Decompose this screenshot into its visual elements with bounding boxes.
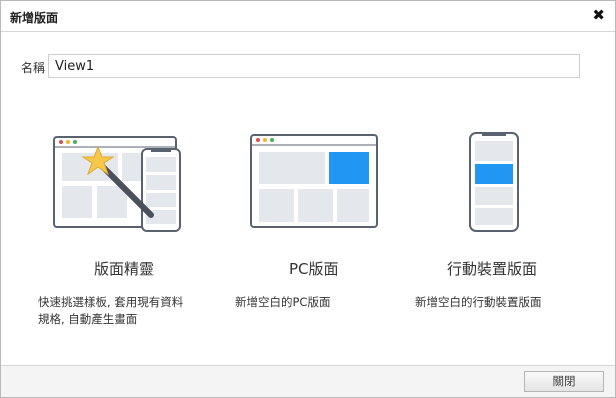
option-wizard-desc-line1: 快速挑選樣板, 套用現有資料 <box>38 295 184 309</box>
dialog-title: 新增版面 <box>10 11 59 25</box>
wizard-layout-icon <box>53 136 181 232</box>
option-wizard-title: 版面精靈 <box>94 260 155 278</box>
mobile-layout-icon <box>469 132 519 232</box>
option-mobile[interactable] <box>467 129 523 239</box>
desktop-layout-icon <box>250 134 378 228</box>
option-pc-title: PC版面 <box>289 260 339 278</box>
option-mobile-title: 行動裝置版面 <box>447 260 538 278</box>
dialog-titlebar: 新增版面 ✖ <box>1 1 615 32</box>
close-icon[interactable]: ✖ <box>592 6 605 24</box>
option-pc[interactable] <box>247 129 383 239</box>
option-mobile-desc: 新增空白的行動裝置版面 <box>415 295 542 309</box>
add-layout-dialog: 新增版面 ✖ 名稱 版面精靈 快速挑選樣板, 套用現有資料 規格, 自動產生畫面 <box>0 0 616 398</box>
option-wizard[interactable] <box>51 129 191 239</box>
dialog-footer: 關閉 <box>1 365 615 397</box>
name-label: 名稱 <box>21 61 46 75</box>
close-button[interactable]: 關閉 <box>524 371 604 392</box>
option-pc-desc: 新增空白的PC版面 <box>235 295 331 309</box>
name-input[interactable] <box>48 54 580 78</box>
option-wizard-desc-line2: 規格, 自動產生畫面 <box>38 312 138 326</box>
